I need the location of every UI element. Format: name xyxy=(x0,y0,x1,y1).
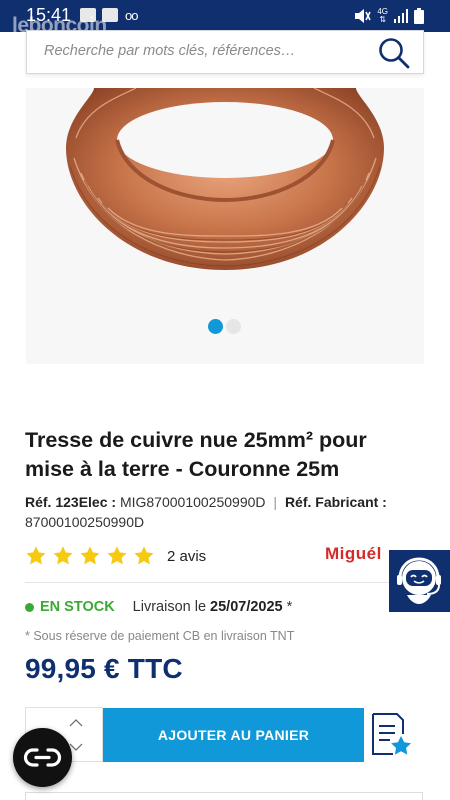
robot-icon xyxy=(397,557,441,604)
floating-action-button[interactable] xyxy=(13,728,72,787)
stock-status: EN STOCK Livraison le 25/07/2025 * xyxy=(25,599,292,615)
status-indicators: 4G ⇅ xyxy=(353,6,424,26)
next-section-edge xyxy=(25,792,423,800)
delivery-info: Livraison le 25/07/2025 * xyxy=(132,599,293,615)
add-to-list-icon[interactable] xyxy=(368,712,412,758)
product-references: Réf. 123Elec : MIG87000100250990D | Réf.… xyxy=(25,492,420,532)
search-bar xyxy=(26,30,424,74)
add-to-cart-button[interactable]: AJOUTER AU PANIER xyxy=(103,708,364,762)
ref-value: MIG87000100250990D xyxy=(119,494,266,510)
search-input[interactable] xyxy=(44,43,364,59)
chevron-up-icon xyxy=(69,719,83,727)
brand-logo[interactable]: Miguél xyxy=(325,544,382,564)
manufacturer-ref-value: 87000100250990D xyxy=(25,514,145,530)
rating[interactable]: 2 avis xyxy=(25,545,206,567)
star-icon xyxy=(134,546,154,565)
search-icon[interactable] xyxy=(377,37,411,69)
payment-note: * Sous réserve de paiement CB en livrais… xyxy=(25,629,295,643)
star-icon xyxy=(80,546,100,565)
star-icon xyxy=(107,546,127,565)
network-type: 4G ⇅ xyxy=(377,7,388,24)
price: 99,95 € TTC xyxy=(25,653,183,684)
product-title: Tresse de cuivre nue 25mm² pour mise à l… xyxy=(25,428,367,481)
mute-icon xyxy=(355,9,372,23)
ref-label: Réf. 123Elec : xyxy=(25,494,117,510)
product-page: 15:41 oo 4G ⇅ leboncoin Recherche par mo… xyxy=(0,0,450,800)
star-icon xyxy=(53,546,73,565)
delivery-date: 25/07/2025 xyxy=(210,599,283,615)
divider xyxy=(25,582,390,583)
star-icon xyxy=(26,546,46,565)
chatbot-button[interactable] xyxy=(389,550,450,612)
battery-icon xyxy=(414,8,424,24)
signal-icon xyxy=(394,9,408,23)
carousel-dots xyxy=(208,319,241,334)
link-icon xyxy=(23,748,62,767)
ref-separator: | xyxy=(273,494,278,510)
stock-label: EN STOCK xyxy=(40,599,115,615)
stock-dot-icon xyxy=(25,602,34,612)
carousel-dot-active[interactable] xyxy=(208,319,223,334)
voicemail-icon: oo xyxy=(125,8,139,23)
manufacturer-ref-label: Réf. Fabricant : xyxy=(284,494,387,510)
reviews-link[interactable]: 2 avis xyxy=(167,548,206,565)
carousel-dot[interactable] xyxy=(226,319,241,334)
